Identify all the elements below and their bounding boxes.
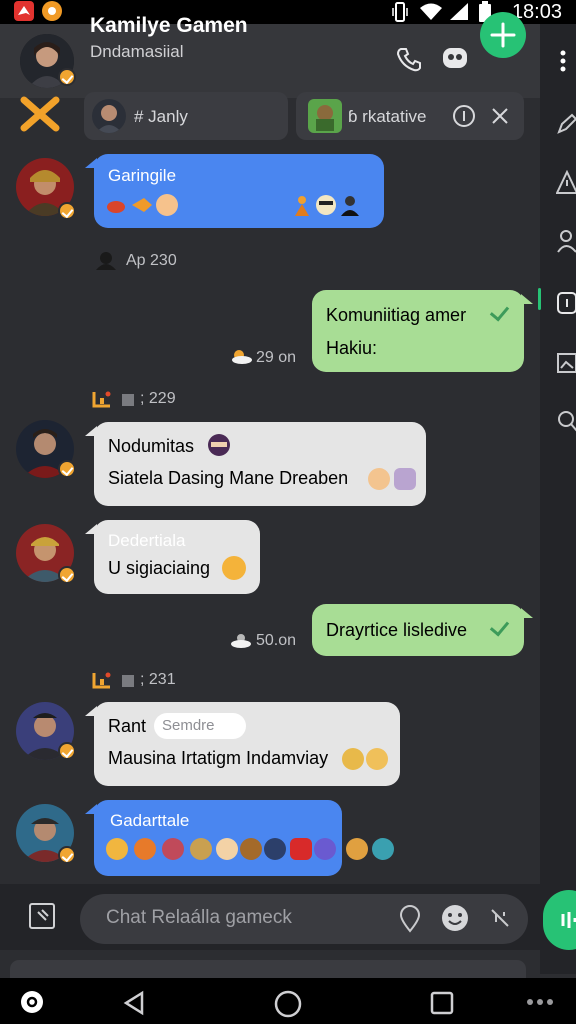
message-time: 29 on xyxy=(256,349,297,366)
message-input-placeholder: Chat Relaálla gameck xyxy=(106,907,292,928)
message-bubble[interactable] xyxy=(85,702,400,786)
verified-badge xyxy=(58,742,76,760)
chat-title: Kamilye Gamen xyxy=(90,14,248,37)
search-icon[interactable] xyxy=(556,408,576,434)
horse-emoji-icon xyxy=(190,838,212,860)
chat-subtitle: Dndamasiial xyxy=(90,42,184,61)
home-nav-icon[interactable] xyxy=(274,990,302,1018)
wink-emoji-icon xyxy=(222,556,246,580)
chip-label: # Janly xyxy=(134,107,188,126)
cat-emoji-icon xyxy=(342,748,364,770)
message-meta: ; 231 xyxy=(140,671,176,688)
smile-emoji-icon xyxy=(368,468,390,490)
recents-nav-icon[interactable] xyxy=(430,991,454,1015)
tag-pill[interactable]: Semdre xyxy=(154,713,246,739)
chip-avatar xyxy=(92,99,126,133)
crab-emoji-icon xyxy=(107,201,125,213)
voice-chat-icon[interactable] xyxy=(440,44,470,72)
phone-icon[interactable] xyxy=(396,46,422,72)
user-mini-icon xyxy=(96,252,116,270)
more-horizontal-icon[interactable] xyxy=(526,998,554,1006)
message-meta: ; 229 xyxy=(140,390,176,407)
add-button[interactable] xyxy=(480,12,526,58)
square-mini-icon xyxy=(122,394,134,406)
verified-badge xyxy=(58,68,76,86)
more-vertical-icon[interactable] xyxy=(559,50,567,72)
verified-badge xyxy=(58,202,76,220)
message-text: Komuniitiag amer xyxy=(326,305,467,325)
chart-mini-icon xyxy=(92,391,111,408)
octopus-emoji-icon xyxy=(162,838,184,860)
send-button[interactable] xyxy=(543,890,576,950)
message-bubble-outgoing[interactable] xyxy=(312,290,533,372)
message-time: 50.on xyxy=(256,632,297,649)
message-meta: Ap 230 xyxy=(126,252,177,269)
fish-emoji-icon xyxy=(346,838,368,860)
wifi-icon xyxy=(420,3,442,20)
orange-notification-icon xyxy=(42,1,62,21)
message-text: Siatela Dasing Mane Dreaben xyxy=(108,468,349,488)
verified-badge xyxy=(58,460,76,478)
chat-screen: 18:03 Kamilye Gamen Dndamasiial # Janly … xyxy=(0,0,576,1024)
attach-image-icon[interactable] xyxy=(28,902,56,930)
burger-emoji-icon xyxy=(240,838,262,860)
close-icon[interactable] xyxy=(490,106,510,126)
message-sender: Dedertiala xyxy=(108,531,186,550)
chart-mini-icon xyxy=(92,672,111,689)
robot-emoji-icon xyxy=(290,838,312,860)
pen-icon[interactable] xyxy=(556,112,576,136)
message-text: Drayrtice lisledive xyxy=(326,620,468,640)
emoji-row xyxy=(106,838,406,864)
cloud-sun-icon xyxy=(232,350,252,364)
message-text: Rant xyxy=(108,716,147,736)
robot-emoji-icon xyxy=(394,468,416,490)
signal-icon xyxy=(450,3,468,20)
active-rail-indicator xyxy=(538,288,541,310)
face-emoji-icon xyxy=(216,838,238,860)
message-text: Nodumitas xyxy=(108,436,195,456)
cat-emoji-icon xyxy=(106,838,128,860)
bear-emoji-icon xyxy=(366,748,388,770)
person-emoji-icon xyxy=(295,196,309,216)
verified-badge xyxy=(58,846,76,864)
image-icon[interactable] xyxy=(556,350,576,376)
message-text: Hakiu: xyxy=(326,338,378,358)
chip-thumbnail xyxy=(308,99,342,133)
panel-icon[interactable] xyxy=(556,290,576,316)
face-emoji-icon xyxy=(316,195,336,215)
message-bubble[interactable] xyxy=(85,422,426,506)
square-mini-icon xyxy=(122,675,134,687)
bottom-panel-edge xyxy=(10,960,526,978)
alien-emoji-icon xyxy=(314,838,336,860)
bird-emoji-icon xyxy=(372,838,394,860)
fish-emoji-icon xyxy=(132,198,152,212)
app-notification-icon xyxy=(14,1,34,21)
voice-icon xyxy=(561,912,576,928)
chip-label: ɓ rkatative xyxy=(348,107,427,126)
warning-icon[interactable] xyxy=(556,170,576,196)
fox-emoji-icon xyxy=(134,838,156,860)
emoji-row xyxy=(104,194,374,218)
message-sender: Gadarttale xyxy=(110,811,190,830)
user-icon[interactable] xyxy=(556,228,576,254)
back-nav-icon[interactable] xyxy=(122,990,146,1016)
location-icon[interactable] xyxy=(398,905,422,933)
x-logo-icon xyxy=(20,96,60,132)
app-circle-icon[interactable] xyxy=(20,990,44,1014)
message-text: U sigiaciaing xyxy=(108,558,211,578)
side-rail xyxy=(540,24,576,974)
vibrate-icon xyxy=(392,2,408,22)
verified-badge xyxy=(58,566,76,584)
info-icon[interactable] xyxy=(452,104,476,128)
man-emoji-icon xyxy=(341,196,359,216)
message-text: Mausina Irtatigm Indamviay xyxy=(108,748,329,768)
ninja-emoji-icon xyxy=(208,434,230,456)
message-sender: Garingile xyxy=(108,166,177,185)
plus-icon xyxy=(490,22,516,48)
emoji-icon[interactable] xyxy=(440,903,470,933)
smile-emoji-icon xyxy=(156,194,178,216)
mute-icon[interactable] xyxy=(488,906,512,930)
cloud-icon xyxy=(231,634,251,648)
hero-emoji-icon xyxy=(264,838,286,860)
